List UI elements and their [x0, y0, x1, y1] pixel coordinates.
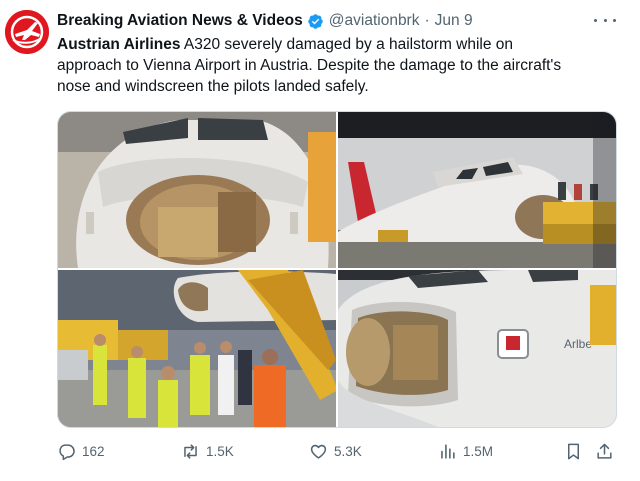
tweet-text-line3: nose and windscreen the pilots landed sa…: [57, 78, 369, 95]
reply-button[interactable]: 162: [57, 440, 105, 462]
like-count: 5.3K: [334, 443, 362, 459]
tweet-text: Austrian Airlines A320 severely damaged …: [57, 34, 627, 97]
share-button[interactable]: [595, 440, 614, 462]
media-grid: Arlbe: [57, 111, 617, 428]
photo-nose-open-radome[interactable]: Arlbe: [338, 270, 616, 427]
tweet-text-line2: approach to Vienna Airport in Austria. D…: [57, 57, 562, 74]
reply-icon: [59, 443, 75, 460]
bookmark-icon: [567, 443, 580, 459]
repost-icon: [184, 443, 197, 459]
tweet-header: Breaking Aviation News & Videos @aviatio…: [57, 11, 594, 31]
tweet-text-line1: A320 severely damaged by a hailstorm whi…: [180, 36, 514, 53]
views-button[interactable]: 1.5M: [438, 440, 493, 462]
separator-dot: ·: [424, 12, 430, 29]
repost-count: 1.5K: [206, 443, 234, 459]
photo-ground-crew[interactable]: [58, 270, 336, 427]
share-icon: [597, 443, 612, 459]
tweet-card[interactable]: Breaking Aviation News & Videos @aviatio…: [0, 0, 640, 481]
views-bar-chart-icon: [441, 443, 455, 459]
account-name[interactable]: Breaking Aviation News & Videos: [57, 12, 303, 30]
tweet-date[interactable]: Jun 9: [435, 12, 473, 30]
reply-count: 162: [82, 443, 105, 459]
verified-badge-icon: [308, 13, 323, 29]
tweet-text-bold: Austrian Airlines: [57, 36, 181, 53]
airplane-logo-icon: [5, 10, 49, 54]
account-handle[interactable]: @aviationbrk: [329, 12, 420, 30]
photo-aircraft-side[interactable]: [338, 112, 616, 268]
more-options-icon[interactable]: [594, 12, 616, 28]
repost-button[interactable]: 1.5K: [181, 440, 234, 462]
heart-icon: [310, 444, 327, 459]
avatar[interactable]: [5, 10, 49, 54]
bookmark-button[interactable]: [564, 440, 583, 462]
photo-nose-closeup[interactable]: [58, 112, 336, 268]
action-bar: 162 1.5K 5.3K 1.5M: [57, 440, 617, 462]
like-button[interactable]: 5.3K: [309, 440, 362, 462]
views-count: 1.5M: [463, 443, 494, 459]
fuselage-text: Arlbe: [564, 337, 592, 351]
